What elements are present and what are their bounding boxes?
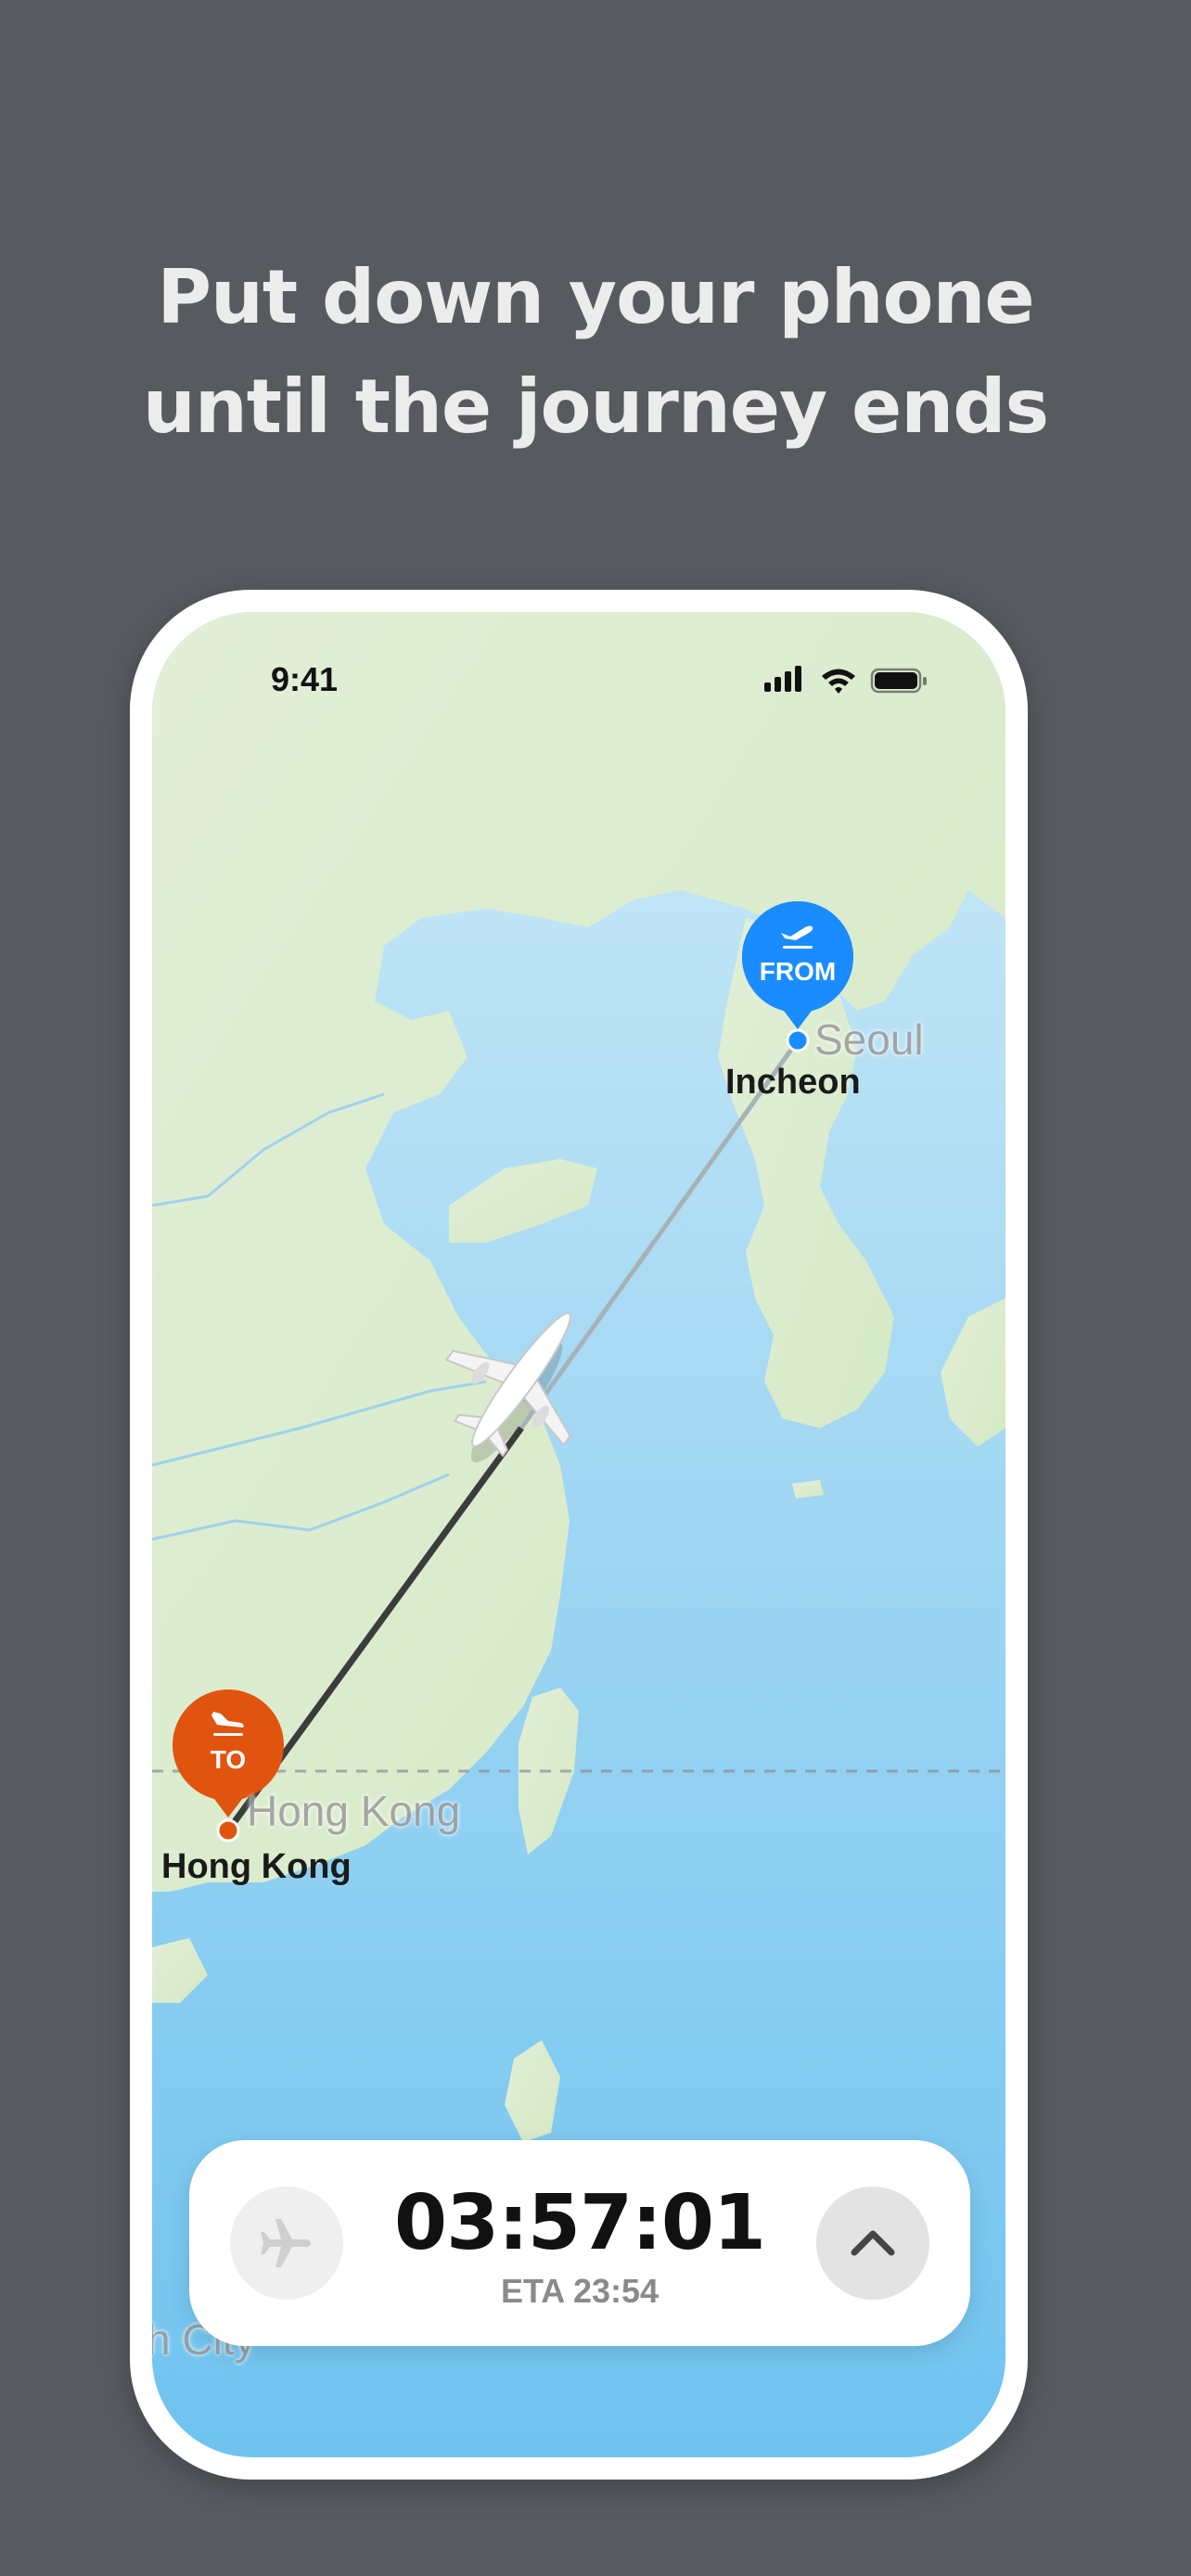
chevron-up-icon bbox=[851, 2230, 895, 2256]
flight-card: 03:57:01 ETA 23:54 bbox=[189, 2140, 970, 2346]
battery-icon bbox=[870, 668, 927, 694]
wifi-icon bbox=[822, 669, 855, 694]
destination-airport-label: Hong Kong bbox=[161, 1847, 352, 1886]
phone-screen: 9:41 FROM TO Seoul Incheon Hong Kong Hon… bbox=[152, 612, 1005, 2457]
expand-button[interactable] bbox=[816, 2187, 929, 2300]
origin-airport-label: Incheon bbox=[725, 1063, 861, 1102]
phone-frame: 9:41 FROM TO Seoul Incheon Hong Kong Hon… bbox=[130, 590, 1028, 2480]
headline-line-1: Put down your phone bbox=[157, 254, 1034, 340]
map-city-seoul: Seoul bbox=[814, 1015, 924, 1064]
destination-badge: TO bbox=[210, 1745, 247, 1774]
map-city-hong-kong: Hong Kong bbox=[247, 1787, 461, 1835]
cellular-signal-icon bbox=[764, 666, 801, 692]
status-bar: 9:41 bbox=[152, 612, 1005, 733]
status-icons bbox=[764, 664, 931, 700]
origin-badge: FROM bbox=[759, 957, 837, 986]
status-time: 9:41 bbox=[271, 660, 339, 698]
headline-line-2: until the journey ends bbox=[142, 363, 1049, 450]
headline: Put down your phone until the journey en… bbox=[0, 243, 1191, 462]
